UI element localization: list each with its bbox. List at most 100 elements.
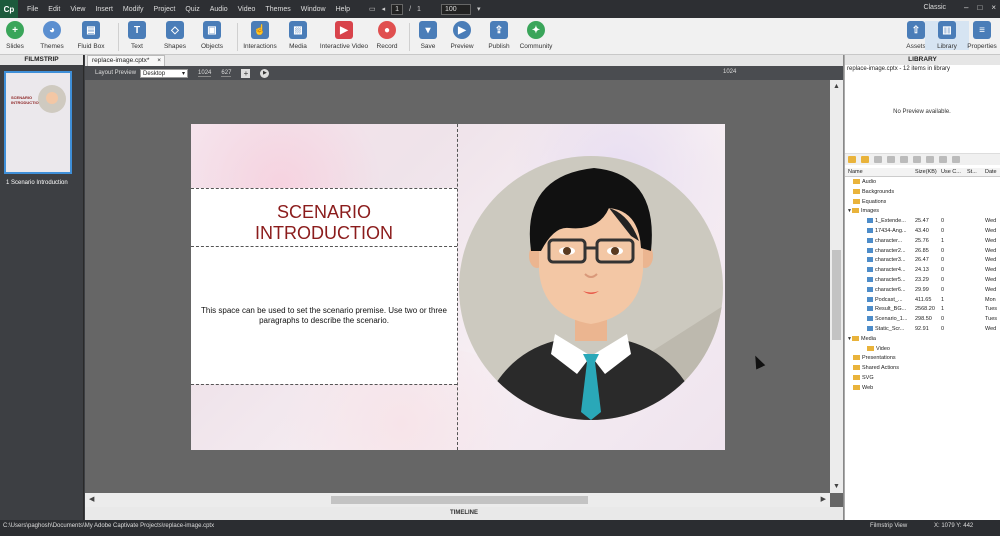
- menu-insert[interactable]: Insert: [90, 6, 118, 13]
- slide-thumbnail[interactable]: SCENARIO INTRODUCTION: [4, 71, 72, 174]
- menu-video[interactable]: Video: [233, 6, 261, 13]
- import-icon[interactable]: [861, 156, 869, 163]
- edit-icon[interactable]: [887, 156, 895, 163]
- usage-icon[interactable]: [913, 156, 921, 163]
- chevron-down-icon[interactable]: ▾: [477, 5, 481, 13]
- scrollbar-thumb[interactable]: [832, 250, 841, 340]
- library-folder-presentations[interactable]: Presentations: [845, 354, 1000, 364]
- library-image-row[interactable]: character4... 24.13 0 Wed: [845, 266, 1000, 276]
- select-unused-icon[interactable]: [939, 156, 947, 163]
- current-slide-input[interactable]: 1: [391, 3, 404, 15]
- menu-view[interactable]: View: [65, 6, 90, 13]
- column-size[interactable]: Size(KB): [915, 169, 937, 175]
- slide-label[interactable]: 1 Scenario Introduction: [6, 180, 68, 186]
- menu-window[interactable]: Window: [296, 6, 331, 13]
- add-breakpoint-icon[interactable]: +: [241, 68, 251, 78]
- library-folder-backgrounds[interactable]: Backgrounds: [845, 188, 1000, 198]
- folder-label: Video: [876, 345, 890, 352]
- vertical-scrollbar[interactable]: ▲ ▼: [830, 80, 843, 493]
- image-use-count: 0: [941, 257, 945, 264]
- folder-label: Presentations: [862, 355, 896, 362]
- library-folder-equations[interactable]: Equations: [845, 198, 1000, 208]
- menu-themes[interactable]: Themes: [260, 6, 295, 13]
- library-folder-media[interactable]: ▼ Media: [845, 335, 1000, 345]
- image-size: 26.85: [915, 247, 929, 254]
- library-folder-audio[interactable]: Audio: [845, 178, 1000, 188]
- objects-button[interactable]: ▣ Objects: [190, 21, 234, 50]
- slide-title[interactable]: SCENARIO INTRODUCTION: [191, 202, 457, 244]
- image-use-count: 0: [941, 325, 945, 332]
- hand-pointer-icon: ☝: [251, 21, 269, 39]
- image-use-count: 0: [941, 267, 945, 274]
- scroll-left-icon[interactable]: ◀: [89, 495, 94, 503]
- play-preview-icon[interactable]: ▶: [260, 68, 270, 78]
- menu-modify[interactable]: Modify: [118, 6, 149, 13]
- library-folder-svg[interactable]: SVG: [845, 374, 1000, 384]
- library-image-row[interactable]: Podcast_... 411.65 1 Mon: [845, 296, 1000, 306]
- close-icon[interactable]: ×: [991, 3, 996, 12]
- character-image[interactable]: [459, 156, 723, 420]
- document-tab-label: replace-image.cptx*: [92, 57, 150, 64]
- properties-icon[interactable]: [900, 156, 908, 163]
- column-use-count[interactable]: Use C...: [941, 169, 961, 175]
- prev-slide-icon[interactable]: ◂: [382, 5, 386, 13]
- close-tab-icon[interactable]: ×: [157, 56, 161, 66]
- delete-icon[interactable]: [952, 156, 960, 163]
- horizontal-scrollbar[interactable]: ◀ ▶: [85, 493, 830, 507]
- properties-button[interactable]: ≡ Properties: [960, 21, 1000, 50]
- menu-edit[interactable]: Edit: [43, 6, 65, 13]
- minimize-icon[interactable]: –: [964, 3, 968, 12]
- open-folder-icon[interactable]: [848, 156, 856, 163]
- library-image-row[interactable]: character5... 23.29 0 Wed: [845, 276, 1000, 286]
- menu-quiz[interactable]: Quiz: [180, 6, 204, 13]
- image-name: Podcast_...: [875, 296, 903, 303]
- column-date[interactable]: Date: [985, 169, 997, 175]
- document-tab[interactable]: replace-image.cptx* ×: [87, 55, 165, 66]
- library-folder-video[interactable]: Video: [845, 345, 1000, 355]
- library-image-row[interactable]: Scenario_1... 298.50 0 Tues: [845, 315, 1000, 325]
- menu-project[interactable]: Project: [149, 6, 181, 13]
- library-image-row[interactable]: character... 25.76 1 Wed: [845, 237, 1000, 247]
- scroll-right-icon[interactable]: ▶: [821, 495, 826, 503]
- menu-audio[interactable]: Audio: [205, 6, 233, 13]
- column-status[interactable]: St...: [967, 169, 977, 175]
- scrollbar-thumb[interactable]: [331, 496, 588, 504]
- library-folder-web[interactable]: Web: [845, 384, 1000, 394]
- height-input[interactable]: 627: [221, 70, 232, 77]
- media-button[interactable]: ▨ Media: [276, 21, 320, 50]
- menu-help[interactable]: Help: [331, 6, 355, 13]
- monitor-icon[interactable]: ▭: [369, 5, 376, 13]
- library-image-row[interactable]: Static_Scr... 92.91 0 Wed: [845, 325, 1000, 335]
- image-size: 43.40: [915, 227, 929, 234]
- interactive-video-button[interactable]: ▶ Interactive Video: [320, 21, 368, 50]
- media-label: Media: [289, 43, 307, 50]
- community-button[interactable]: ✦ Community: [514, 21, 558, 50]
- themes-button[interactable]: ◕ Themes: [30, 21, 74, 50]
- update-icon[interactable]: [926, 156, 934, 163]
- timeline-bar[interactable]: TIMELINE: [85, 507, 843, 520]
- record-button[interactable]: ● Record: [365, 21, 409, 50]
- scroll-up-icon[interactable]: ▲: [833, 83, 840, 90]
- column-name[interactable]: Name: [848, 169, 863, 175]
- slide-body-text[interactable]: This space can be used to set the scenar…: [191, 306, 457, 326]
- library-folder-shared-actions[interactable]: Shared Actions: [845, 364, 1000, 374]
- publish-icon: ⇪: [490, 21, 508, 39]
- scroll-down-icon[interactable]: ▼: [833, 483, 840, 490]
- workspace-select[interactable]: Classic: [923, 4, 946, 11]
- image-name: 17434-Ang...: [875, 227, 907, 234]
- zoom-select[interactable]: 100: [440, 3, 471, 15]
- export-icon[interactable]: [874, 156, 882, 163]
- menu-file[interactable]: File: [22, 6, 43, 13]
- library-image-row[interactable]: Result_BG... 2568.20 1 Tues: [845, 305, 1000, 315]
- layout-mode-select[interactable]: Desktop: [140, 68, 189, 78]
- library-image-row[interactable]: character3... 26.47 0 Wed: [845, 256, 1000, 266]
- width-input[interactable]: 1024: [198, 70, 212, 77]
- fluid-box-button[interactable]: ▤ Fluid Box: [69, 21, 113, 50]
- library-image-row[interactable]: character2... 26.85 0 Wed: [845, 247, 1000, 257]
- slide-canvas[interactable]: SCENARIO INTRODUCTION This space can be …: [191, 124, 725, 450]
- library-image-row[interactable]: 1_Extende... 25.47 0 Wed: [845, 217, 1000, 227]
- library-image-row[interactable]: character6... 29.99 0 Wed: [845, 286, 1000, 296]
- library-image-row[interactable]: 17434-Ang... 43.40 0 Wed: [845, 227, 1000, 237]
- maximize-icon[interactable]: □: [977, 3, 982, 12]
- library-folder-images[interactable]: ▼ Images: [845, 207, 1000, 217]
